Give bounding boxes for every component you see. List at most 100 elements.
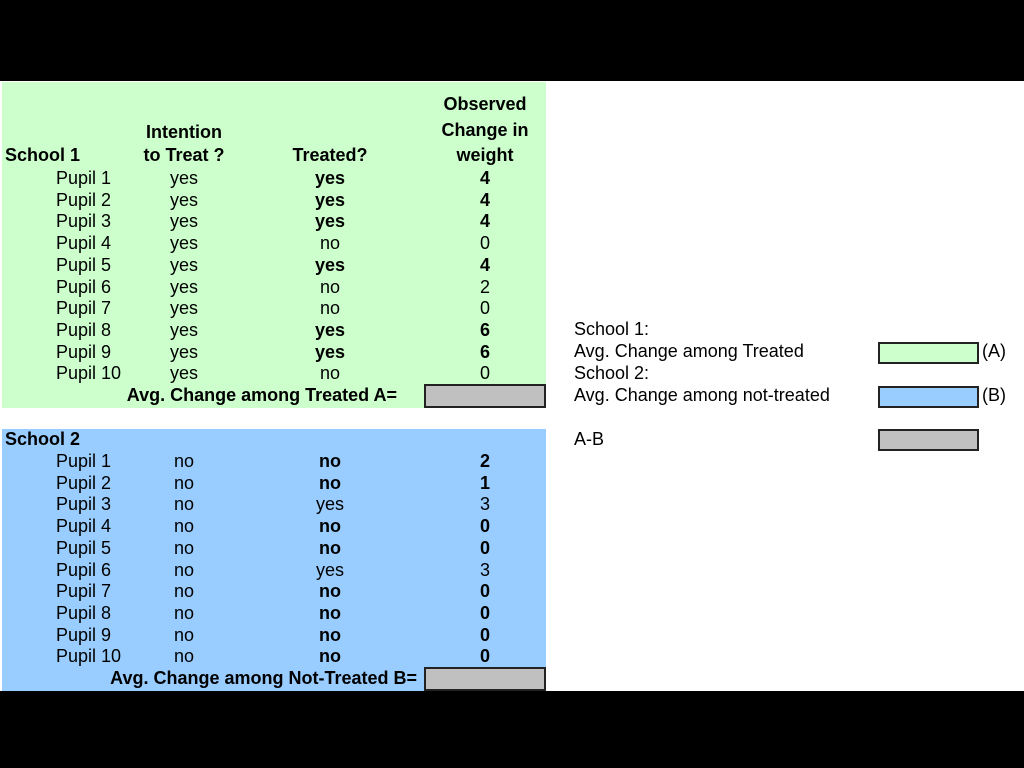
school2-row-9-pupil: Pupil 9 (56, 624, 112, 645)
avg-b-cell[interactable] (424, 667, 546, 691)
top-black-bar (0, 0, 1024, 81)
school2-avg-label: Avg. Change among Not-Treated B= (110, 668, 417, 688)
school1-row-7-pupil: Pupil 7 (56, 298, 112, 319)
school2-row-4-pupil: Pupil 4 (56, 516, 112, 537)
school2-row-4-intention: no (173, 516, 195, 537)
school2-row-1-pupil: Pupil 1 (56, 451, 112, 471)
school2-row-1-treated: no (319, 451, 341, 471)
school1-row-9-intention: yes (169, 341, 199, 362)
school2-row-7-weight: 0 (479, 581, 491, 602)
school2-row-7-treated: no (319, 581, 341, 602)
school2-row-2-pupil: Pupil 2 (56, 472, 112, 493)
header-treated: Treated? (292, 145, 368, 165)
school1-row-4-intention: yes (169, 233, 199, 254)
school1-row-3-pupil: Pupil 3 (56, 211, 112, 232)
school2-row-4-treated: no (319, 516, 341, 537)
school2-row-6-pupil: Pupil 6 (56, 559, 112, 580)
school2-row-10-treated: no (319, 646, 341, 667)
school2-row-7-intention: no (173, 581, 195, 602)
header-intention-2: to Treat ? (143, 145, 225, 165)
header-weight-1: Observed (443, 94, 527, 114)
school1-row-2-pupil: Pupil 2 (56, 189, 112, 210)
school2-row-5-weight: 0 (479, 537, 491, 558)
school1-avg-label: Avg. Change among Treated A= (126, 385, 397, 405)
school1-row-1-weight: 4 (479, 168, 491, 188)
header-weight-2: Change in (441, 120, 529, 140)
school1-row-6-treated: no (319, 276, 341, 297)
summary-school2-label: School 2: (574, 363, 650, 383)
school1-row-4-treated: no (319, 233, 341, 254)
school1-row-6-intention: yes (169, 276, 199, 297)
school2-row-3-weight: 3 (479, 494, 491, 515)
school2-row-1-weight: 2 (479, 451, 491, 471)
school1-row-8-pupil: Pupil 8 (56, 319, 112, 340)
school2-row-5-treated: no (319, 537, 341, 558)
bottom-black-bar (0, 691, 1024, 768)
school1-row-1-intention: yes (169, 168, 199, 188)
school1-row-9-treated: yes (314, 341, 346, 362)
summary-a-tag: (A) (982, 341, 1006, 361)
school2-row-4-weight: 0 (479, 516, 491, 537)
school2-title: School 2 (5, 429, 81, 449)
school1-row-8-weight: 6 (479, 319, 491, 340)
school1-row-10-pupil: Pupil 10 (56, 363, 122, 384)
school1-row-4-weight: 0 (479, 233, 491, 254)
school2-row-9-weight: 0 (479, 624, 491, 645)
summary-a-label: Avg. Change among Treated (574, 341, 804, 361)
school1-row-5-pupil: Pupil 5 (56, 254, 112, 275)
header-weight-3: weight (456, 145, 514, 165)
school2-row-3-pupil: Pupil 3 (56, 494, 112, 515)
school1-row-10-treated: no (319, 363, 341, 384)
school1-row-10-weight: 0 (479, 363, 491, 384)
school1-row-9-pupil: Pupil 9 (56, 341, 112, 362)
school2-row-9-intention: no (173, 624, 195, 645)
school2-row-2-intention: no (173, 472, 195, 493)
summary-b-cell[interactable] (878, 386, 979, 408)
school2-row-7-pupil: Pupil 7 (56, 581, 112, 602)
school1-row-6-pupil: Pupil 6 (56, 276, 112, 297)
school2-row-2-weight: 1 (479, 472, 491, 493)
school1-row-3-treated: yes (314, 211, 346, 232)
school2-row-10-intention: no (173, 646, 195, 667)
school2-row-6-weight: 3 (479, 559, 491, 580)
school2-row-8-treated: no (319, 602, 341, 623)
school1-row-2-intention: yes (169, 189, 199, 210)
header-intention-1: Intention (146, 122, 222, 142)
school1-row-2-weight: 4 (479, 189, 491, 210)
school2-row-3-treated: yes (315, 494, 345, 515)
school1-title: School 1 (5, 145, 81, 165)
school1-row-1-treated: yes (314, 168, 346, 188)
school1-row-3-weight: 4 (479, 211, 491, 232)
school2-row-6-intention: no (173, 559, 195, 580)
summary-b-tag: (B) (982, 385, 1006, 405)
school2-row-6-treated: yes (315, 559, 345, 580)
school2-row-2-treated: no (319, 472, 341, 493)
school2-row-5-intention: no (173, 537, 195, 558)
school1-row-7-weight: 0 (479, 298, 491, 319)
school1-row-9-weight: 6 (479, 341, 491, 362)
summary-diff-label: A-B (574, 429, 605, 449)
school1-row-4-pupil: Pupil 4 (56, 233, 112, 254)
school1-row-5-weight: 4 (479, 254, 491, 275)
school2-row-3-intention: no (173, 494, 195, 515)
summary-diff-cell[interactable] (878, 429, 979, 451)
avg-a-cell[interactable] (424, 384, 546, 408)
school2-row-5-pupil: Pupil 5 (56, 537, 112, 558)
summary-b-label: Avg. Change among not-treated (574, 385, 830, 405)
school1-row-7-intention: yes (169, 298, 199, 319)
school2-row-10-weight: 0 (479, 646, 491, 667)
school1-row-5-intention: yes (169, 254, 199, 275)
school2-row-1-intention: no (173, 451, 195, 471)
school2-row-8-intention: no (173, 602, 195, 623)
school1-row-6-weight: 2 (479, 276, 491, 297)
school1-row-8-intention: yes (169, 319, 199, 340)
school2-row-10-pupil: Pupil 10 (56, 646, 122, 667)
school1-row-5-treated: yes (314, 254, 346, 275)
summary-a-cell[interactable] (878, 342, 979, 364)
summary-school1-label: School 1: (574, 319, 650, 339)
school1-row-2-treated: yes (314, 189, 346, 210)
school2-row-8-pupil: Pupil 8 (56, 602, 112, 623)
school1-row-8-treated: yes (314, 319, 346, 340)
school1-row-1-pupil: Pupil 1 (56, 168, 112, 188)
school1-row-10-intention: yes (169, 363, 199, 384)
